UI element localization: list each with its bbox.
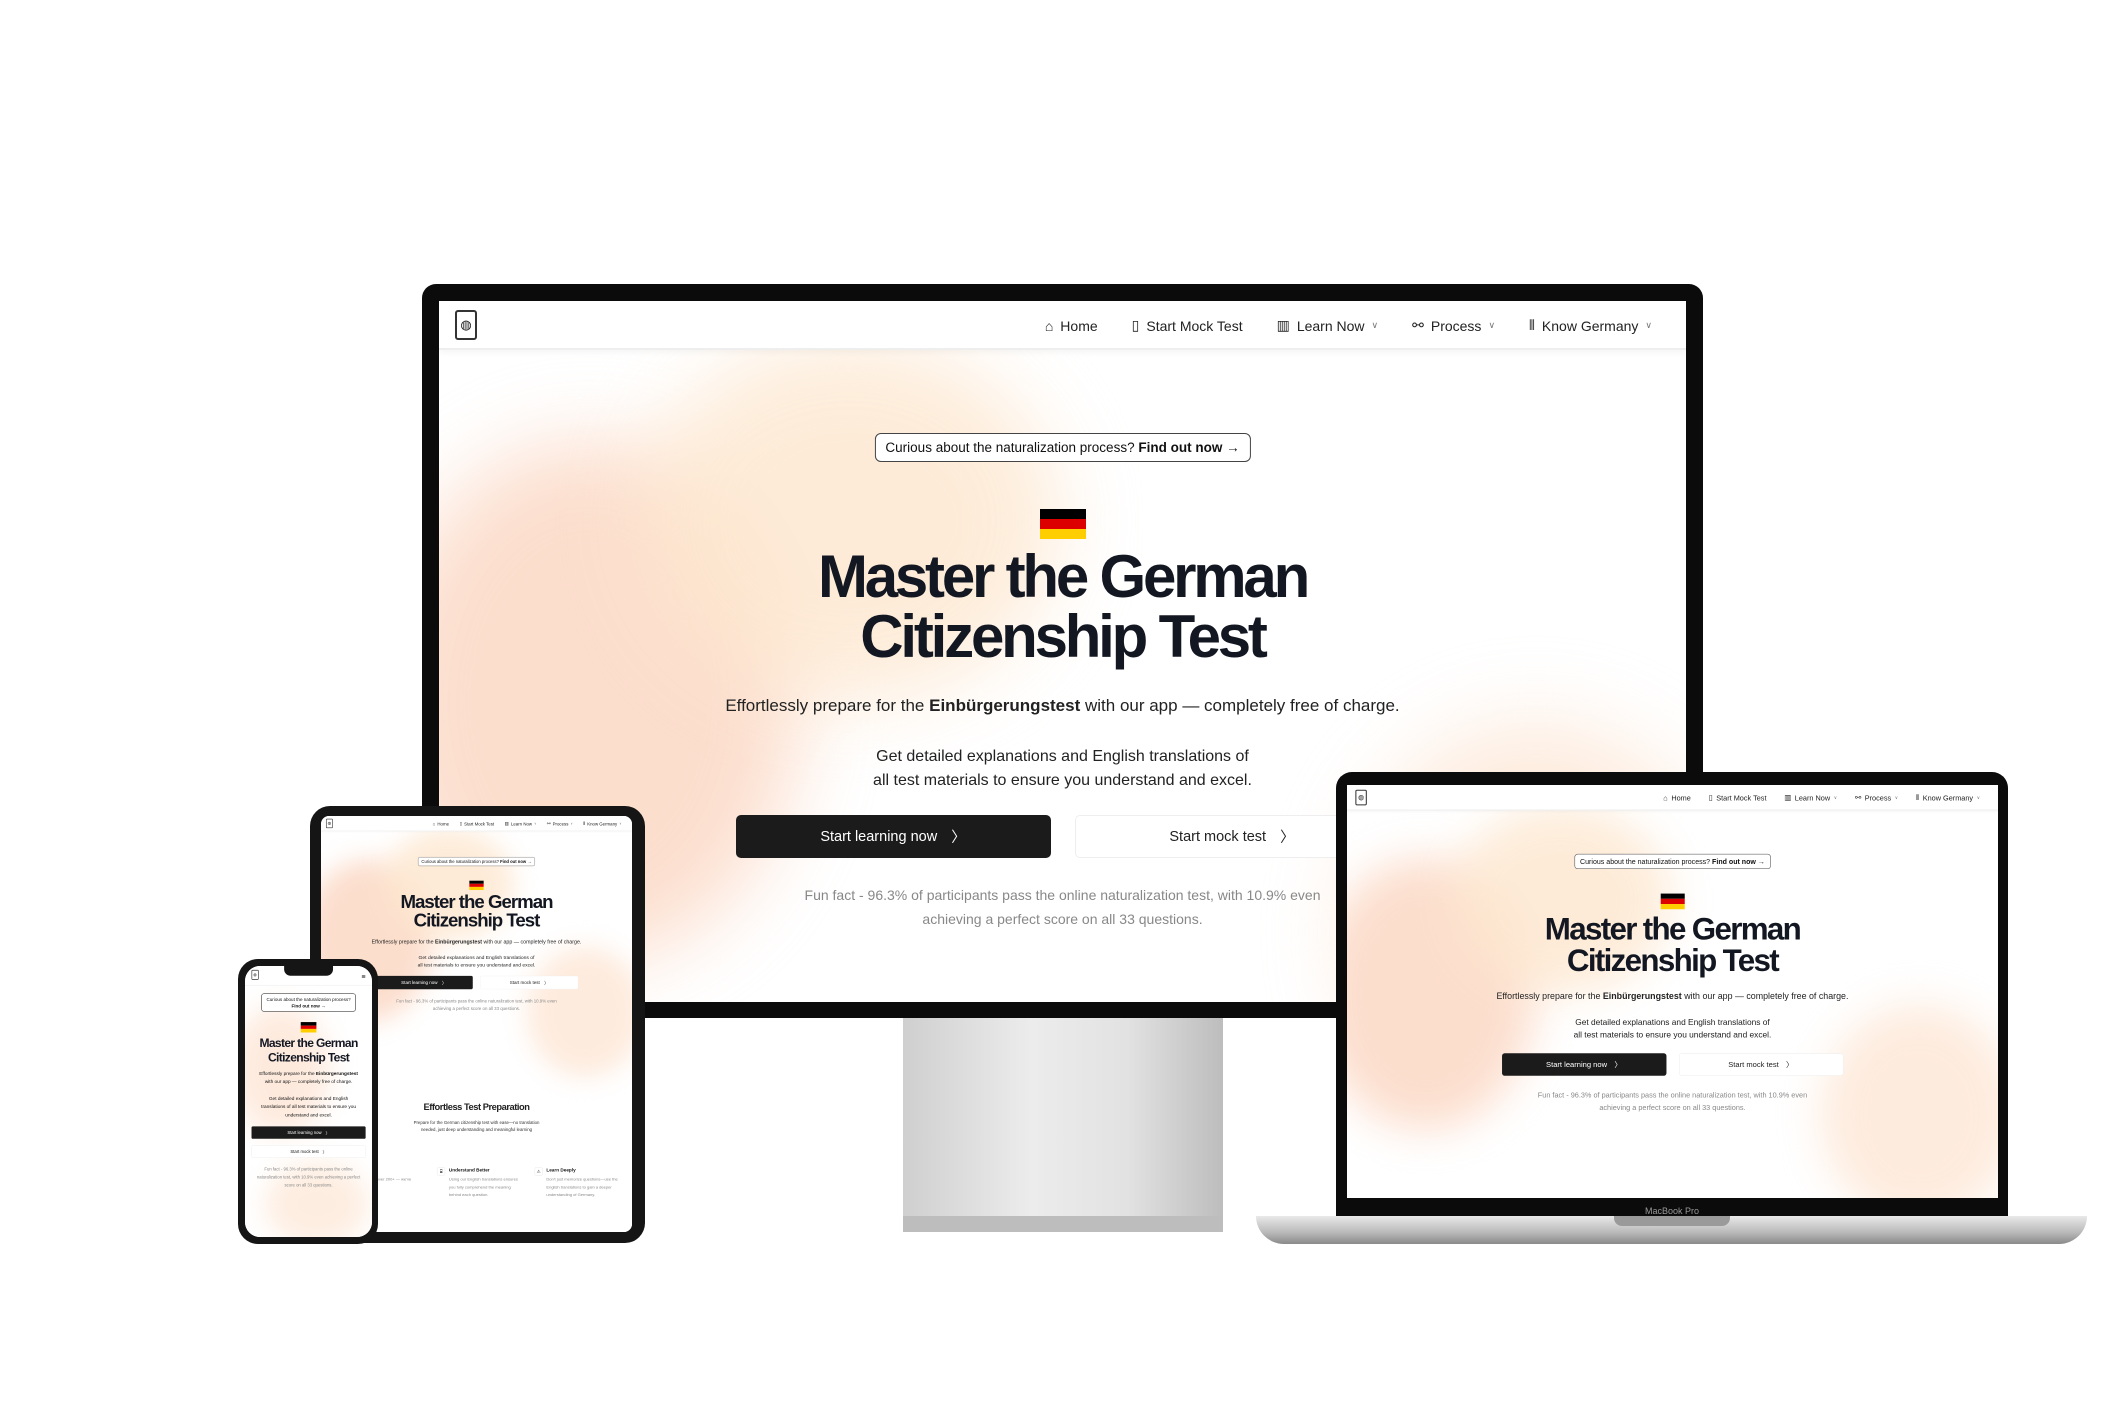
chevron-down-icon: ∨: [1894, 794, 1899, 801]
website-mobile: ◍ ≡ Curious about the naturalization pro…: [245, 966, 372, 1237]
route-icon: ⚯: [546, 820, 551, 826]
nav-process[interactable]: ⚯ Process ∨: [1855, 793, 1898, 802]
page-title: Master the German Citizenship Test: [817, 543, 1310, 670]
fun-fact: Fun fact - 96.3% of participants pass th…: [256, 1166, 361, 1188]
nav-know-germany[interactable]: ⫴ Know Germany ∨: [1529, 317, 1652, 334]
passport-globe-icon[interactable]: ◍: [1355, 789, 1367, 806]
chevron-right-icon: 〉: [441, 980, 447, 986]
chevron-right-icon: 〉: [951, 830, 966, 846]
nav-learn-now[interactable]: ▥ Learn Now ∨: [1277, 317, 1379, 334]
chevron-right-icon: 〉: [1614, 1061, 1622, 1070]
hero-subtitle: Effortlessly prepare for the Einbürgerun…: [371, 938, 582, 945]
top-nav: ◍ ⌂ Home ▯ Start Mock Test ▥ Learn Now ∨ ⚯ Pr…: [439, 301, 1686, 350]
chevron-right-icon: 〉: [322, 1149, 327, 1155]
laptop-notch: [1614, 1216, 1730, 1226]
nav-home[interactable]: ⌂ Home: [1663, 794, 1691, 802]
home-icon: ⌂: [1044, 317, 1054, 334]
clipboard-icon: ▯: [1708, 793, 1713, 802]
start-learning-button[interactable]: Start learning now 〉: [735, 815, 1051, 858]
book-open-icon: ▥: [504, 820, 509, 826]
clipboard-icon: ▯: [459, 820, 462, 826]
library-icon: ⫴: [1529, 317, 1535, 333]
fun-fact: Fun fact - 96.3% of participants pass th…: [1537, 1090, 1808, 1112]
naturalization-banner-link[interactable]: Curious about the naturalization process…: [418, 857, 535, 867]
nav-home[interactable]: ⌂ Home: [1045, 318, 1098, 334]
laptop: ◍ ⌂ Home ▯ Start Mock Test ▥ Learn Now ∨ ⚯ Pr…: [1336, 772, 2008, 1218]
monitor-stand-base: [903, 1216, 1223, 1232]
chevron-right-icon: 〉: [544, 980, 549, 986]
nav-learn-now[interactable]: ▥ Learn Now ∨: [505, 821, 537, 826]
book-open-icon: ▥: [1784, 793, 1792, 802]
nav-process[interactable]: ⚯ Process ∨: [547, 821, 573, 826]
nav-process[interactable]: ⚯ Process ∨: [1412, 317, 1495, 334]
home-icon: ⌂: [1663, 793, 1668, 802]
start-mock-test-button[interactable]: Start mock test 〉: [480, 975, 579, 990]
nav-start-mock-test[interactable]: ▯ Start Mock Test: [1709, 793, 1767, 802]
chevron-down-icon: ∨: [619, 821, 622, 826]
website-laptop: ◍ ⌂ Home ▯ Start Mock Test ▥ Learn Now ∨ ⚯ Pr…: [1347, 785, 1998, 1198]
book-open-icon: ▥: [1276, 317, 1290, 333]
german-flag-icon: [469, 880, 484, 891]
german-flag-icon: [1660, 893, 1685, 910]
naturalization-banner-link[interactable]: Curious about the naturalization process…: [1574, 853, 1771, 870]
feature-card: ⚠ Learn Deeply Don't just memorize questio…: [534, 1167, 620, 1198]
page-title: Master the German Citizenship Test: [400, 891, 553, 931]
hero-subtitle: Effortlessly prepare for the Einbürgerun…: [1496, 991, 1849, 1002]
page-title: Master the German Citizenship Test: [1544, 911, 1802, 978]
chevron-down-icon: ∨: [1645, 320, 1652, 330]
naturalization-banner-link[interactable]: Curious about the naturalization process…: [261, 993, 356, 1012]
hero-description: Get detailed explanations and English tr…: [1573, 1018, 1772, 1040]
passport-globe-icon[interactable]: ◍: [325, 818, 333, 829]
chevron-right-icon: 〉: [1786, 1061, 1794, 1070]
nav-start-mock-test[interactable]: ▯ Start Mock Test: [460, 821, 495, 826]
german-flag-icon: [1039, 509, 1086, 539]
nav-start-mock-test[interactable]: ▯ Start Mock Test: [1132, 317, 1243, 334]
hero-description: Get detailed explanations and English tr…: [261, 1096, 356, 1118]
nav-know-germany[interactable]: ⫴ Know Germany ∨: [583, 821, 621, 826]
library-icon: ⫴: [583, 820, 586, 826]
laptop-screen: ◍ ⌂ Home ▯ Start Mock Test ▥ Learn Now ∨ ⚯ Pr…: [1347, 785, 1998, 1198]
naturalization-banner-link[interactable]: Curious about the naturalization process…: [874, 433, 1251, 462]
chevron-down-icon: ∨: [1371, 320, 1379, 330]
route-icon: ⚯: [1412, 317, 1424, 333]
chevron-right-icon: 〉: [1280, 830, 1295, 846]
start-mock-test-button[interactable]: Start mock test 〉: [1678, 1053, 1844, 1076]
top-nav: ◍ ⌂ Home ▯ Start Mock Test ▥ Learn Now ∨ ⚯ Pr…: [321, 816, 632, 832]
home-icon: ⌂: [432, 821, 436, 827]
learn-icon: ⚠: [534, 1167, 543, 1176]
feature-card: ⌸ Understand Better Using our English tran…: [437, 1167, 522, 1198]
chevron-down-icon: ∨: [1488, 320, 1496, 330]
phone: ◍ ≡ Curious about the naturalization pro…: [238, 959, 378, 1244]
nav-learn-now[interactable]: ▥ Learn Now ∨: [1784, 793, 1837, 802]
chevron-right-icon: 〉: [325, 1130, 330, 1136]
phone-notch: [284, 966, 334, 976]
top-nav: ◍ ⌂ Home ▯ Start Mock Test ▥ Learn Now ∨ ⚯ Pr…: [1347, 785, 1998, 811]
nav-know-germany[interactable]: ⫴ Know Germany ∨: [1916, 793, 1980, 802]
start-learning-button[interactable]: Start learning now 〉: [1501, 1053, 1667, 1076]
german-flag-icon: [300, 1022, 317, 1033]
start-learning-button[interactable]: Start learning now 〉: [251, 1126, 366, 1139]
passport-globe-icon[interactable]: ◍: [455, 310, 477, 340]
laptop-label: MacBook Pro: [1644, 1206, 1700, 1216]
start-learning-button[interactable]: Start learning now 〉: [374, 975, 473, 990]
monitor-stand: [903, 1010, 1223, 1232]
chevron-down-icon: ∨: [534, 821, 537, 826]
nav-home[interactable]: ⌂ Home: [433, 821, 449, 826]
chevron-down-icon: ∨: [570, 821, 573, 826]
translate-icon: ⌸: [437, 1167, 446, 1176]
clipboard-icon: ▯: [1131, 317, 1140, 333]
page-title: Master the German Citizenship Test: [259, 1036, 358, 1065]
chevron-down-icon: ∨: [1833, 794, 1838, 801]
chevron-down-icon: ∨: [1976, 794, 1981, 801]
library-icon: ⫴: [1915, 793, 1920, 802]
route-icon: ⚯: [1854, 793, 1862, 802]
phone-screen: ◍ ≡ Curious about the naturalization pro…: [245, 966, 372, 1237]
start-mock-test-button[interactable]: Start mock test 〉: [251, 1145, 366, 1158]
hero-subtitle: Effortlessly prepare for the Einbürgerun…: [259, 1070, 358, 1085]
hamburger-menu-icon[interactable]: ≡: [361, 973, 365, 981]
hero-subtitle: Effortlessly prepare for the Einbürgerun…: [725, 696, 1400, 715]
passport-globe-icon[interactable]: ◍: [251, 969, 259, 980]
